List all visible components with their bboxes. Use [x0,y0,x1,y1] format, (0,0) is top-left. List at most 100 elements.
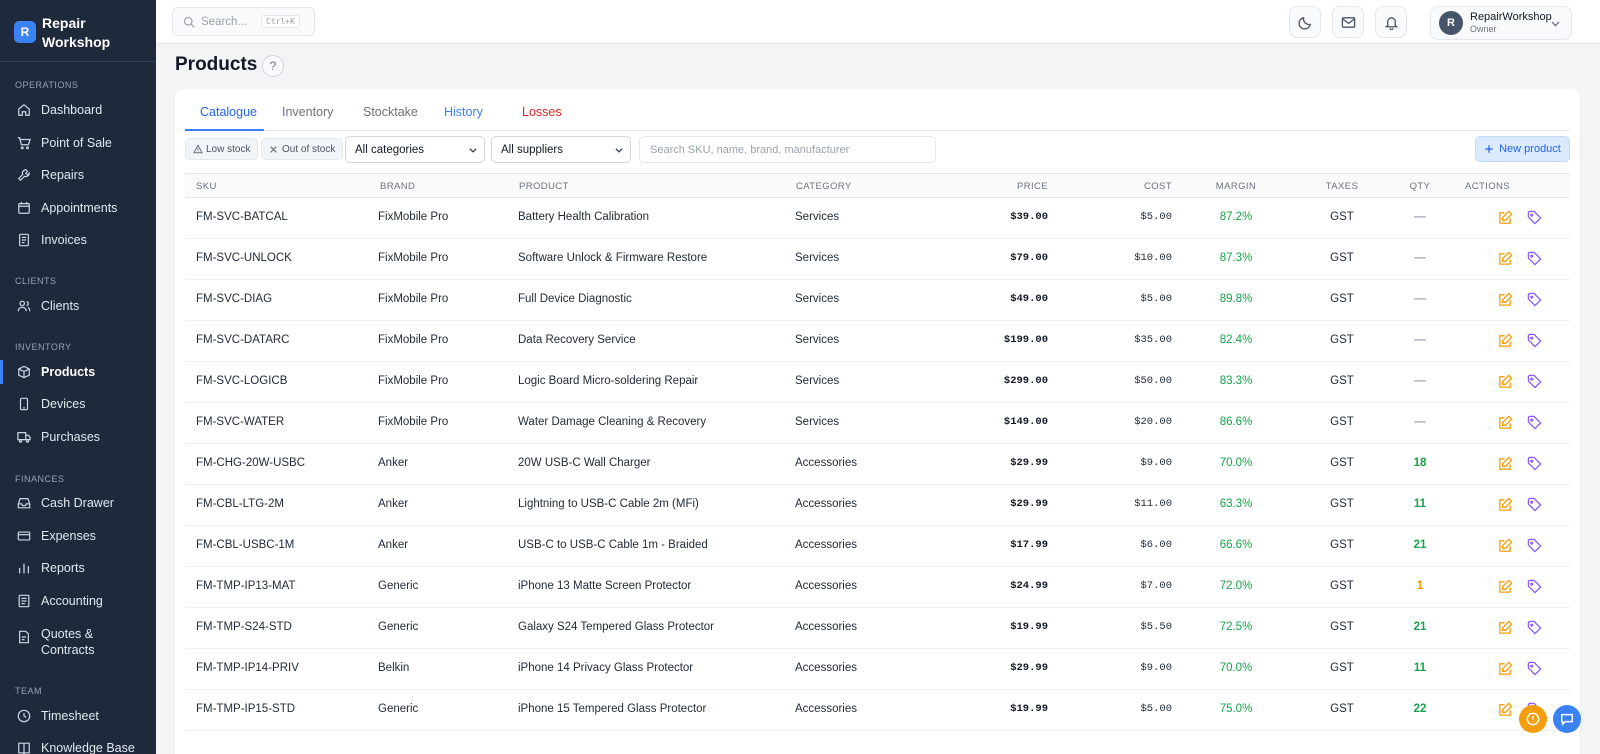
tag-icon[interactable] [1527,374,1543,390]
cell-sku: FM-TMP-IP14-PRIV [196,662,299,674]
tab-stocktake[interactable]: Stocktake [363,105,418,119]
sidebar-item-invoices[interactable]: Invoices [0,227,156,253]
header-sku[interactable]: SKU [196,181,217,192]
edit-icon[interactable] [1498,210,1514,226]
tag-icon[interactable] [1527,620,1543,636]
edit-icon[interactable] [1498,251,1514,267]
tag-icon[interactable] [1527,333,1543,349]
header-margin[interactable]: MARGIN [1211,181,1261,192]
user-menu[interactable]: R RepairWorkshop Owner [1430,6,1572,40]
out-of-stock-filter[interactable]: Out of stock [261,138,344,160]
messages-button[interactable] [1332,6,1364,38]
theme-toggle-button[interactable] [1289,6,1321,38]
table-row[interactable]: FM-SVC-UNLOCK FixMobile Pro Software Unloc… [185,239,1570,280]
header-brand[interactable]: BRAND [380,181,415,192]
table-row[interactable]: FM-SVC-DATARC FixMobile Pro Data Recovery … [185,321,1570,362]
sidebar-item-knowledge-base[interactable]: Knowledge Base [0,735,156,754]
tag-icon[interactable] [1527,292,1543,308]
cell-taxes: GST [1330,375,1354,387]
table-row[interactable]: FM-TMP-IP14-PRIV Belkin iPhone 14 Privacy … [185,649,1570,690]
header-cost[interactable]: COST [1122,181,1172,192]
supplier-select[interactable]: All suppliers [491,136,631,163]
table-row[interactable]: FM-CBL-LTG-2M Anker Lightning to USB-C Cab… [185,485,1570,526]
table-row[interactable]: FM-TMP-IP15-STD Generic iPhone 15 Tempered… [185,690,1570,731]
tab-losses[interactable]: Losses [522,105,562,119]
tag-icon[interactable] [1527,456,1543,472]
edit-icon[interactable] [1498,374,1514,390]
cell-price: $24.99 [1010,580,1048,592]
table-row[interactable]: FM-CBL-USBC-1M Anker USB-C to USB-C Cable … [185,526,1570,567]
cell-cost: $50.00 [1134,375,1172,387]
sidebar-item-reports[interactable]: Reports [0,555,156,581]
sidebar-item-expenses[interactable]: Expenses [0,523,156,549]
sidebar-item-timesheet[interactable]: Timesheet [0,703,156,729]
help-button[interactable]: ? [262,55,284,77]
edit-icon[interactable] [1498,292,1514,308]
table-row[interactable]: FM-CHG-20W-USBC Anker 20W USB-C Wall Charg… [185,444,1570,485]
cell-product: Full Device Diagnostic [518,293,632,305]
sidebar-item-point-of-sale[interactable]: Point of Sale [0,130,156,156]
cell-product: USB-C to USB-C Cable 1m - Braided [518,539,708,551]
table-row[interactable]: FM-TMP-S24-STD Generic Galaxy S24 Tempered… [185,608,1570,649]
chat-button[interactable] [1553,705,1581,733]
global-search[interactable]: Search... Ctrl+K [172,7,315,36]
table-row[interactable]: FM-SVC-BATCAL FixMobile Pro Battery Health… [185,198,1570,239]
cell-price: $29.99 [1010,457,1048,469]
tag-icon[interactable] [1527,415,1543,431]
table-row[interactable]: FM-SVC-DIAG FixMobile Pro Full Device Diag… [185,280,1570,321]
sidebar-item-products[interactable]: Products [0,359,156,385]
tab-inventory[interactable]: Inventory [282,105,333,119]
notifications-button[interactable] [1375,6,1407,38]
tag-icon[interactable] [1527,538,1543,554]
tab-catalogue[interactable]: Catalogue [200,105,257,119]
table-row[interactable]: FM-SVC-LOGICB FixMobile Pro Logic Board Mi… [185,362,1570,403]
nav-section-clients: CLIENTS [15,276,57,286]
sidebar-item-cash-drawer[interactable]: Cash Drawer [0,490,156,516]
tag-icon[interactable] [1527,579,1543,595]
tag-icon[interactable] [1527,210,1543,226]
sidebar-item-repairs[interactable]: Repairs [0,162,156,188]
edit-icon[interactable] [1498,702,1514,718]
cell-brand: FixMobile Pro [378,293,449,305]
support-button[interactable] [1519,705,1547,733]
new-product-button[interactable]: New product [1475,136,1570,162]
tag-icon[interactable] [1527,661,1543,677]
sidebar-item-clients[interactable]: Clients [0,293,156,319]
edit-icon[interactable] [1498,415,1514,431]
header-price[interactable]: PRICE [998,181,1048,192]
cell-brand: Anker [378,498,409,510]
table-row[interactable]: FM-SVC-WATER FixMobile Pro Water Damage Cl… [185,403,1570,444]
edit-icon[interactable] [1498,497,1514,513]
category-select[interactable]: All categories [345,136,485,163]
sidebar-item-accounting[interactable]: Accounting [0,588,156,614]
sidebar-item-purchases[interactable]: Purchases [0,424,156,450]
cell-category: Accessories [795,621,857,633]
edit-icon[interactable] [1498,579,1514,595]
edit-icon[interactable] [1498,620,1514,636]
sidebar-item-devices[interactable]: Devices [0,391,156,417]
edit-icon[interactable] [1498,456,1514,472]
tab-history[interactable]: History [444,105,483,119]
tag-icon[interactable] [1527,497,1543,513]
table-row[interactable]: FM-TMP-IP13-MAT Generic iPhone 13 Matte Sc… [185,567,1570,608]
product-search-input[interactable]: Search SKU, name, brand, manufacturer [639,136,936,163]
header-taxes[interactable]: TAXES [1317,181,1367,192]
sidebar-item-label: Quotes & Contracts [41,627,95,657]
wrench-icon [17,168,31,182]
header-qty[interactable]: QTY [1395,181,1445,192]
brand[interactable]: R Repair Workshop [0,0,156,62]
tag-icon[interactable] [1527,251,1543,267]
edit-icon[interactable] [1498,661,1514,677]
cell-price: $149.00 [1003,416,1048,428]
sidebar-item-dashboard[interactable]: Dashboard [0,97,156,123]
sidebar-item-appointments[interactable]: Appointments [0,195,156,221]
search-placeholder: Search... [201,15,248,28]
sidebar-item-quotes-contracts[interactable]: Quotes & Contracts [0,624,156,660]
cell-category: Accessories [795,539,857,551]
edit-icon[interactable] [1498,538,1514,554]
cell-brand: Generic [378,580,419,592]
header-category[interactable]: CATEGORY [796,181,852,192]
header-product[interactable]: PRODUCT [519,181,569,192]
edit-icon[interactable] [1498,333,1514,349]
low-stock-filter[interactable]: Low stock [185,138,259,160]
